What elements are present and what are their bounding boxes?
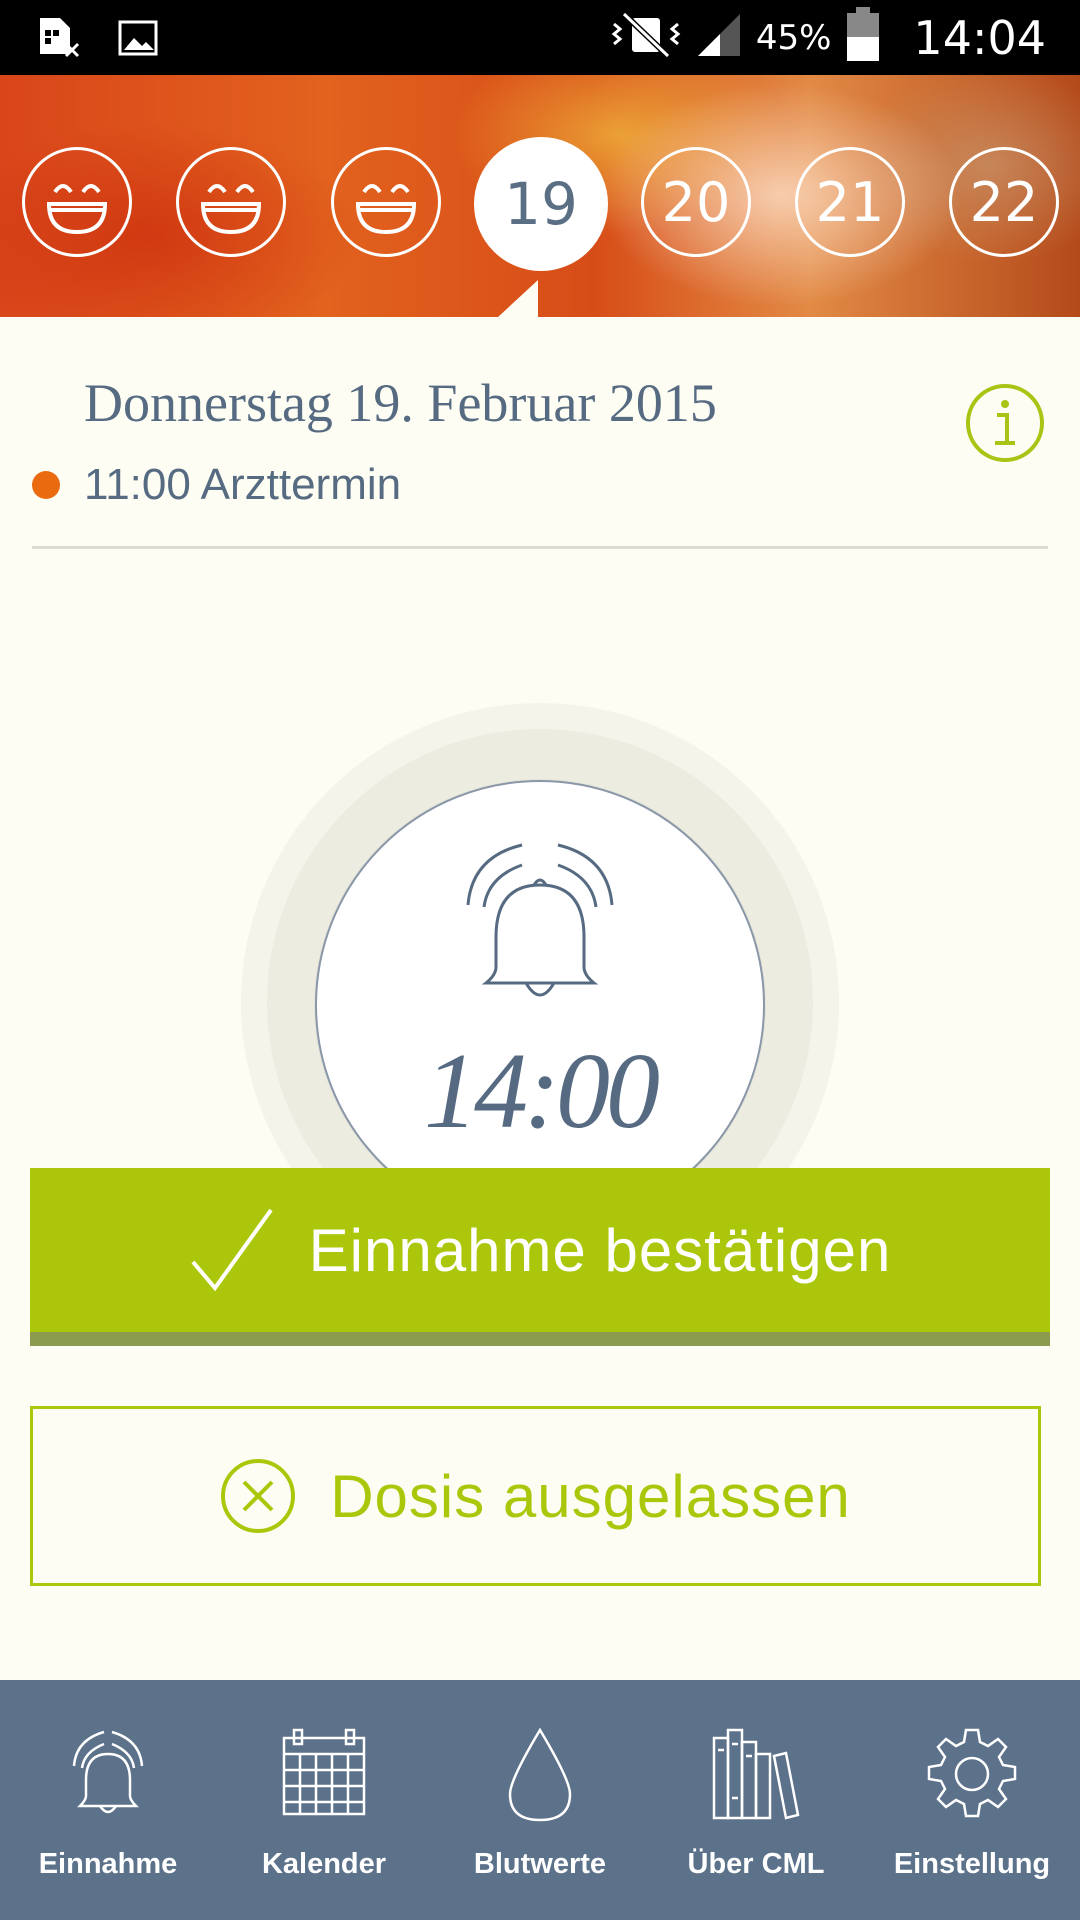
dose-skipped-button[interactable]: Dosis ausgelassen bbox=[30, 1406, 1041, 1586]
smiley-icon bbox=[200, 184, 262, 235]
day-strip: 19 20 21 22 bbox=[0, 75, 1080, 317]
date-title: Donnerstag 19. Februar 2015 bbox=[84, 373, 717, 433]
reminder-time: 14:00 bbox=[424, 1032, 660, 1151]
day-22[interactable]: 22 bbox=[949, 147, 1059, 257]
day-smiley-1[interactable] bbox=[22, 147, 132, 257]
signal-icon bbox=[696, 12, 742, 63]
confirm-intake-button[interactable]: Einnahme bestätigen bbox=[30, 1168, 1050, 1346]
selection-pointer bbox=[498, 280, 538, 317]
nav-label: Einnahme bbox=[38, 1848, 178, 1880]
gear-icon bbox=[927, 1728, 1017, 1818]
image-icon bbox=[118, 18, 158, 63]
sim-off-icon bbox=[36, 14, 84, 67]
books-icon bbox=[712, 1728, 800, 1820]
appointment-dot bbox=[32, 471, 60, 499]
calendar-icon bbox=[282, 1728, 366, 1816]
nav-label: Kalender bbox=[261, 1848, 387, 1880]
day-21[interactable]: 21 bbox=[795, 147, 905, 257]
day-number: 19 bbox=[504, 170, 578, 238]
alarm-bell-icon bbox=[72, 1730, 144, 1814]
nav-label: Über CML bbox=[687, 1848, 825, 1880]
nav-item-einstellung[interactable]: Einstellung bbox=[864, 1680, 1080, 1920]
status-time: 14:04 bbox=[913, 10, 1046, 65]
day-number: 20 bbox=[661, 170, 731, 234]
bottom-navigation: Einnahme Kalender Blutwerte Über CML Ein… bbox=[0, 1680, 1080, 1920]
alarm-bell-icon bbox=[440, 835, 640, 1015]
appointment-text: 11:00 Arzttermin bbox=[84, 460, 402, 509]
vibrate-icon bbox=[610, 11, 682, 63]
nav-item-kalender[interactable]: Kalender bbox=[216, 1680, 432, 1920]
info-button[interactable] bbox=[966, 384, 1044, 462]
smiley-icon bbox=[355, 184, 417, 235]
battery-percent: 45% bbox=[755, 17, 832, 58]
appointment-entry[interactable]: 11:00 Arzttermin bbox=[32, 460, 401, 510]
day-number: 21 bbox=[815, 170, 885, 234]
cross-circle-icon bbox=[221, 1459, 296, 1533]
day-selected[interactable]: 19 bbox=[474, 137, 608, 271]
nav-item-einnahme[interactable]: Einnahme bbox=[0, 1680, 216, 1920]
dose-skipped-label: Dosis ausgelassen bbox=[330, 1462, 851, 1530]
day-number: 22 bbox=[969, 170, 1039, 234]
status-bar: 45% 14:04 bbox=[0, 0, 1080, 75]
confirm-intake-label: Einnahme bestätigen bbox=[308, 1216, 892, 1284]
nav-item-ueber-cml[interactable]: Über CML bbox=[648, 1680, 864, 1920]
nav-item-blutwerte[interactable]: Blutwerte bbox=[432, 1680, 648, 1920]
nav-label: Einstellung bbox=[893, 1848, 1051, 1880]
nav-label: Blutwerte bbox=[473, 1848, 607, 1880]
divider bbox=[32, 546, 1048, 549]
day-smiley-3[interactable] bbox=[331, 147, 441, 257]
drop-icon bbox=[508, 1727, 572, 1822]
info-icon bbox=[995, 400, 1015, 445]
checkmark-icon bbox=[191, 1208, 273, 1292]
battery-icon bbox=[845, 7, 881, 68]
smiley-icon bbox=[46, 184, 108, 235]
day-20[interactable]: 20 bbox=[641, 147, 751, 257]
day-smiley-2[interactable] bbox=[176, 147, 286, 257]
